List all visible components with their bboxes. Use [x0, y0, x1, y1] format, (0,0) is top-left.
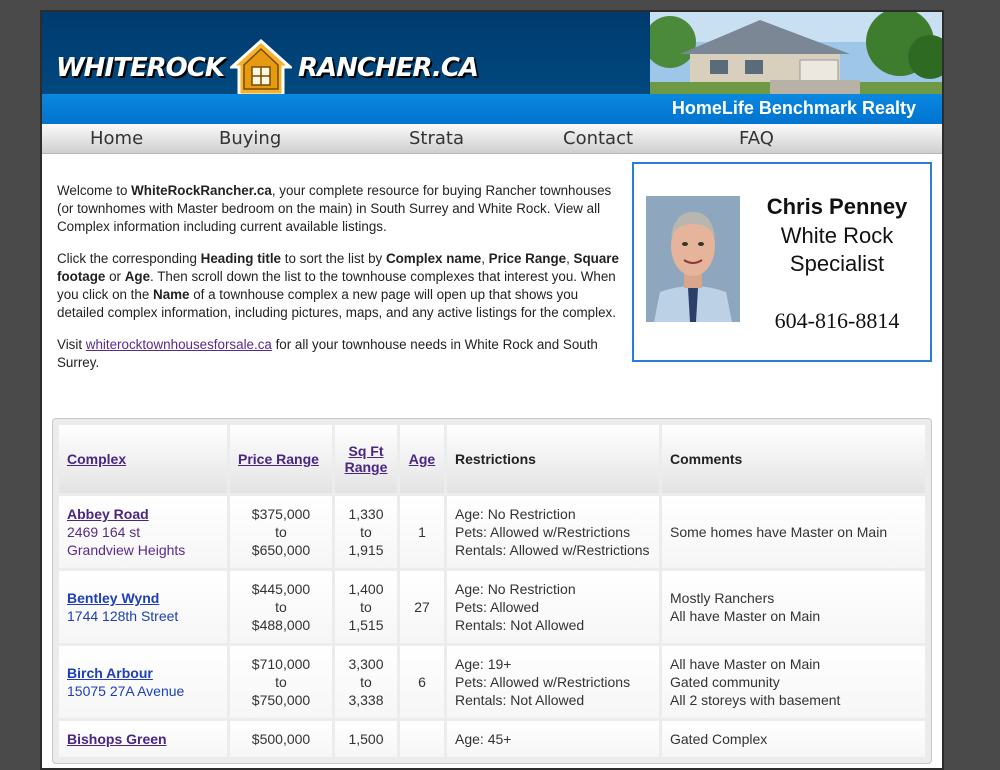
agent-phone: 604-816-8814: [774, 308, 900, 333]
cell-restrictions: Age: No Restriction Pets: Allowed Rentals:…: [447, 571, 659, 643]
cell-price: $500,000: [230, 721, 332, 757]
cell-comments: Mostly Ranchers All have Master on Main: [662, 571, 925, 643]
cell-price: $375,000 to $650,000: [230, 496, 332, 568]
nav-buying[interactable]: Buying: [219, 128, 281, 149]
header-sqft-range[interactable]: Sq Ft Range: [335, 425, 397, 493]
agent-portrait: [646, 196, 740, 322]
cell-restrictions: Age: No Restriction Pets: Allowed w/Restr…: [447, 496, 659, 568]
complex-table-wrapper: Complex Price Range Sq Ft Range Age Restr…: [52, 418, 932, 764]
nav-strata[interactable]: Strata: [409, 128, 464, 149]
table-row: Birch Arbour 15075 27A Avenue $710,000 to…: [59, 646, 925, 718]
cell-complex: Bentley Wynd 1744 128th Street: [59, 571, 227, 643]
cell-comments: Some homes have Master on Main: [662, 496, 925, 568]
cell-age: 1: [400, 496, 444, 568]
nav-faq[interactable]: FAQ: [739, 128, 774, 149]
agent-name: Chris Penney: [766, 194, 908, 219]
cell-complex: Bishops Green: [59, 721, 227, 757]
complex-name-link[interactable]: Bishops Green: [67, 730, 219, 748]
cell-age: 6: [400, 646, 444, 718]
table-row: Bishops Green $500,000 1,500 Age: 45+ Ga…: [59, 721, 925, 757]
cell-restrictions: Age: 45+: [447, 721, 659, 757]
realty-name: HomeLife Benchmark Realty: [671, 98, 916, 118]
table-header-row: Complex Price Range Sq Ft Range Age Restr…: [59, 425, 925, 493]
agent-title: White Rock Specialist: [752, 222, 922, 278]
header-comments: Comments: [662, 425, 925, 493]
cell-sqft: 3,300 to 3,338: [335, 646, 397, 718]
townhouses-link[interactable]: whiterocktownhousesforsale.ca: [86, 337, 272, 352]
logo-text-left: WHITEROCK: [56, 53, 225, 83]
cell-restrictions: Age: 19+ Pets: Allowed w/Restrictions Rent…: [447, 646, 659, 718]
intro-text: Welcome to WhiteRockRancher.ca, your com…: [57, 182, 622, 386]
cell-age: [400, 721, 444, 757]
cell-sqft: 1,400 to 1,515: [335, 571, 397, 643]
agent-card: Chris Penney White Rock Specialist 604-8…: [632, 162, 932, 362]
agent-title-line-1: White Rock: [780, 223, 894, 248]
cell-comments: Gated Complex: [662, 721, 925, 757]
header-price-range[interactable]: Price Range: [230, 425, 332, 493]
header-age[interactable]: Age: [400, 425, 444, 493]
cell-sqft: 1,330 to 1,915: [335, 496, 397, 568]
logo-text-right: RANCHER.CA: [297, 53, 479, 83]
cell-price: $710,000 to $750,000: [230, 646, 332, 718]
header-restrictions: Restrictions: [447, 425, 659, 493]
cell-price: $445,000 to $488,000: [230, 571, 332, 643]
site-header: WHITEROCK RANCHER.CA: [42, 12, 942, 97]
agent-title-line-2: Specialist: [789, 251, 885, 276]
cell-sqft: 1,500: [335, 721, 397, 757]
complex-name-link[interactable]: Birch Arbour: [67, 664, 219, 682]
complex-table: Complex Price Range Sq Ft Range Age Restr…: [56, 422, 928, 760]
realty-bar: HomeLife Benchmark Realty: [42, 94, 942, 124]
house-photo: [650, 12, 942, 94]
table-row: Abbey Road 2469 164 st Grandview Heights…: [59, 496, 925, 568]
cell-complex: Birch Arbour 15075 27A Avenue: [59, 646, 227, 718]
complex-name-link[interactable]: Bentley Wynd: [67, 589, 219, 607]
intro-paragraph-1: Welcome to WhiteRockRancher.ca, your com…: [57, 183, 612, 234]
header-complex[interactable]: Complex: [59, 425, 227, 493]
main-nav: Home Buying Strata Contact FAQ: [42, 124, 942, 154]
page-frame: WHITEROCK RANCHER.CA HomeLife Benchmark …: [40, 10, 944, 770]
complex-name-link[interactable]: Abbey Road: [67, 505, 219, 523]
nav-home[interactable]: Home: [90, 128, 143, 149]
intro-paragraph-3: Visit whiterocktownhousesforsale.ca for …: [57, 337, 598, 370]
house-logo-icon: [229, 39, 292, 97]
site-logo[interactable]: WHITEROCK RANCHER.CA: [56, 38, 479, 98]
nav-contact[interactable]: Contact: [563, 128, 633, 149]
cell-comments: All have Master on Main Gated community Al…: [662, 646, 925, 718]
table-row: Bentley Wynd 1744 128th Street $445,000 t…: [59, 571, 925, 643]
cell-age: 27: [400, 571, 444, 643]
intro-paragraph-2: Click the corresponding Heading title to…: [57, 251, 619, 320]
cell-complex: Abbey Road 2469 164 st Grandview Heights: [59, 496, 227, 568]
